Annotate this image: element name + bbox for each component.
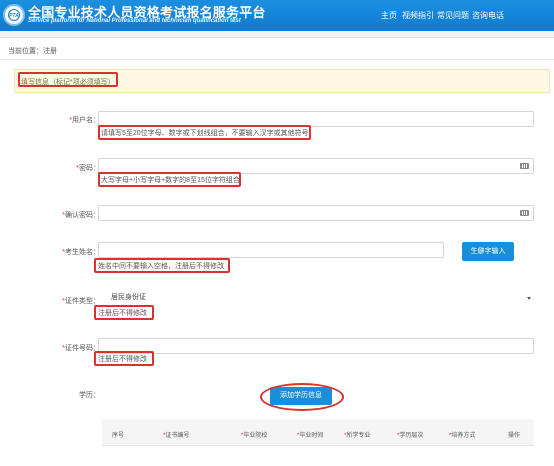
column-header: 序号: [112, 433, 125, 439]
name-input[interactable]: [98, 242, 444, 258]
column-header: *学历层次: [397, 433, 424, 439]
site-subtitle: Service platform for National Profession…: [28, 18, 241, 24]
id-number-label: *证件号码：: [62, 345, 100, 352]
rare-char-input-button[interactable]: 生僻字输入: [462, 242, 514, 261]
column-header: *毕业院校: [241, 433, 268, 439]
notice-text: 填写信息（标记*项必须填写）: [21, 79, 115, 86]
id-number-input[interactable]: [98, 338, 534, 354]
top-header: PTA 全国专业技术人员资格考试报名服务平台 Service platform …: [0, 0, 554, 31]
column-header: *所学专业: [344, 433, 371, 439]
column-header: *培养方式: [449, 433, 476, 439]
nav-faq[interactable]: 常见问题: [437, 10, 469, 21]
password-label: *密码：: [76, 165, 100, 172]
id-type-select[interactable]: 居民身份证: [111, 292, 146, 302]
column-header: *证书编号: [163, 433, 190, 439]
keyboard-icon[interactable]: [520, 210, 529, 216]
confirm-password-input[interactable]: [98, 205, 534, 221]
pta-logo: PTA: [3, 4, 25, 26]
column-header: 操作: [508, 433, 521, 439]
annotation-oval: [260, 383, 344, 411]
divider: [0, 59, 554, 60]
name-hint: 姓名中间不要输入空格，注册后不得修改: [98, 263, 224, 270]
id-type-label: *证件类型：: [62, 298, 100, 305]
nav-hotline[interactable]: 咨询电话: [472, 10, 504, 21]
nav-home[interactable]: 主页: [381, 10, 397, 21]
keyboard-icon[interactable]: [520, 163, 529, 169]
chevron-down-icon[interactable]: [527, 297, 531, 300]
id-type-hint: 注册后不得修改: [98, 310, 147, 317]
name-label: *考生姓名：: [62, 249, 100, 256]
id-number-hint: 注册后不得修改: [98, 356, 147, 363]
username-hint: 请填写5至20位字母、数字或下划线组合，不要输入汉字或其他符号: [101, 130, 309, 137]
password-hint: 大写字母+小写字母+数字的8至15位字符组合: [101, 177, 240, 184]
education-label: 学历：: [79, 392, 100, 399]
column-header: *毕业时间: [297, 433, 324, 439]
breadcrumb: 当前位置：注册: [8, 48, 57, 55]
confirm-password-label: *确认密码：: [62, 212, 100, 219]
username-label: *用户名：: [69, 117, 100, 124]
nav-video-guide[interactable]: 视频指引: [402, 10, 434, 21]
